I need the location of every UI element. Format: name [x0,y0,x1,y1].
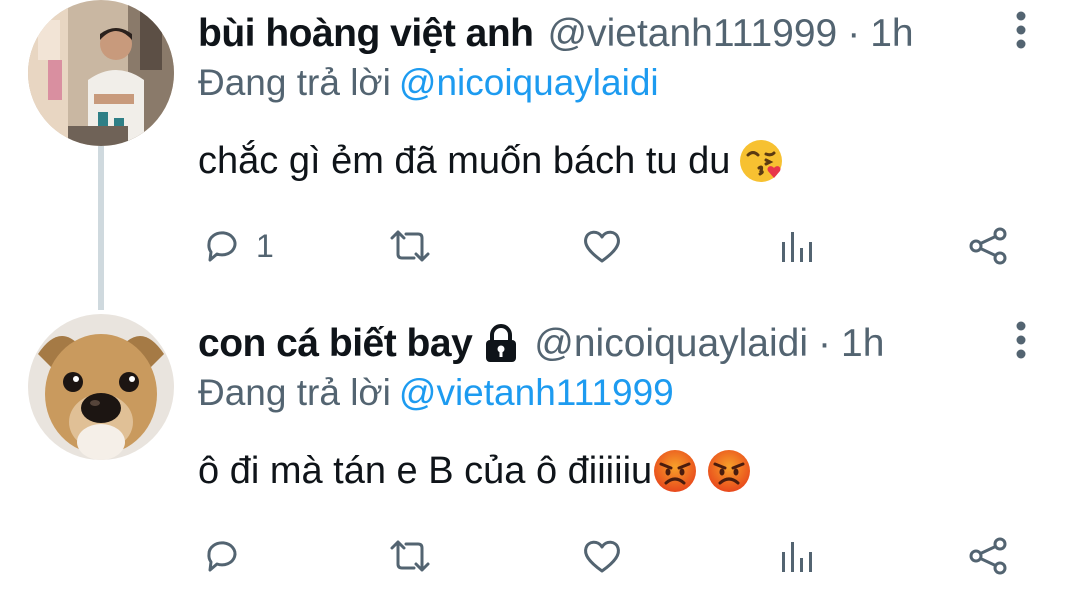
share-button[interactable] [966,534,1010,578]
username[interactable]: @nicoiquaylaidi [534,322,808,366]
like-button[interactable] [580,224,624,268]
more-options-icon[interactable] [1006,320,1036,360]
avatar[interactable] [28,314,174,460]
retweet-button[interactable] [388,534,432,578]
action-bar [0,534,1080,578]
replying-to: Đang trả lời @vietanh111999 [198,372,674,414]
heart-icon [584,540,620,573]
more-options-icon[interactable] [1006,10,1036,50]
heart-icon [584,230,620,263]
tweet-text: ô đi mà tán e B của ô điiiiiu [198,448,752,494]
tweet-1[interactable]: bùi hoàng việt anh @vietanh111999 · 1h Đ… [0,0,1080,310]
tweet-text: chắc gì ẻm đã muốn bách tu du [198,138,784,184]
display-name[interactable]: bùi hoàng việt anh [198,12,534,56]
action-bar: 1 [0,224,1080,268]
mention-link[interactable]: @vietanh111999 [399,372,674,413]
views-button[interactable] [776,224,820,268]
reply-count: 1 [256,227,274,264]
like-button[interactable] [580,534,624,578]
tweet-2[interactable]: con cá biết bay @nicoiquaylaidi · 1h Đan… [0,310,1080,596]
replying-to-label: Đang trả lời [198,372,391,413]
share-icon [969,537,1007,575]
analytics-icon [782,232,812,262]
reply-button[interactable] [200,534,256,578]
replying-to-label: Đang trả lời [198,62,391,103]
tweet-text-content: ô đi mà tán e B của ô điiiiiu [198,449,653,492]
tweet-header: bùi hoàng việt anh @vietanh111999 · 1h [198,8,914,60]
mention-link[interactable]: @nicoiquaylaidi [399,62,659,103]
retweet-icon [390,540,430,572]
separator: · [847,12,861,55]
separator: · [818,322,832,365]
lock-icon [482,324,520,364]
tweet-header: con cá biết bay @nicoiquaylaidi · 1h [198,318,884,370]
display-name[interactable]: con cá biết bay [198,322,473,366]
replying-to: Đang trả lời @nicoiquaylaidi [198,62,659,104]
username[interactable]: @vietanh111999 [548,12,838,56]
timestamp[interactable]: 1h [870,12,913,56]
timestamp[interactable]: 1h [841,322,884,366]
reply-button[interactable]: 1 [200,224,274,268]
share-icon [969,227,1007,265]
retweet-icon [390,230,430,262]
tweet-text-content: chắc gì ẻm đã muốn bách tu du [198,139,731,182]
share-button[interactable] [966,224,1010,268]
views-button[interactable] [776,534,820,578]
avatar[interactable] [28,0,174,146]
face-blowing-kiss-emoji [738,138,784,184]
reply-icon [207,231,237,262]
angry-face-emoji [706,448,752,494]
analytics-icon [782,542,812,572]
angry-face-emoji [652,448,698,494]
retweet-button[interactable] [388,224,432,268]
reply-icon [207,541,237,572]
